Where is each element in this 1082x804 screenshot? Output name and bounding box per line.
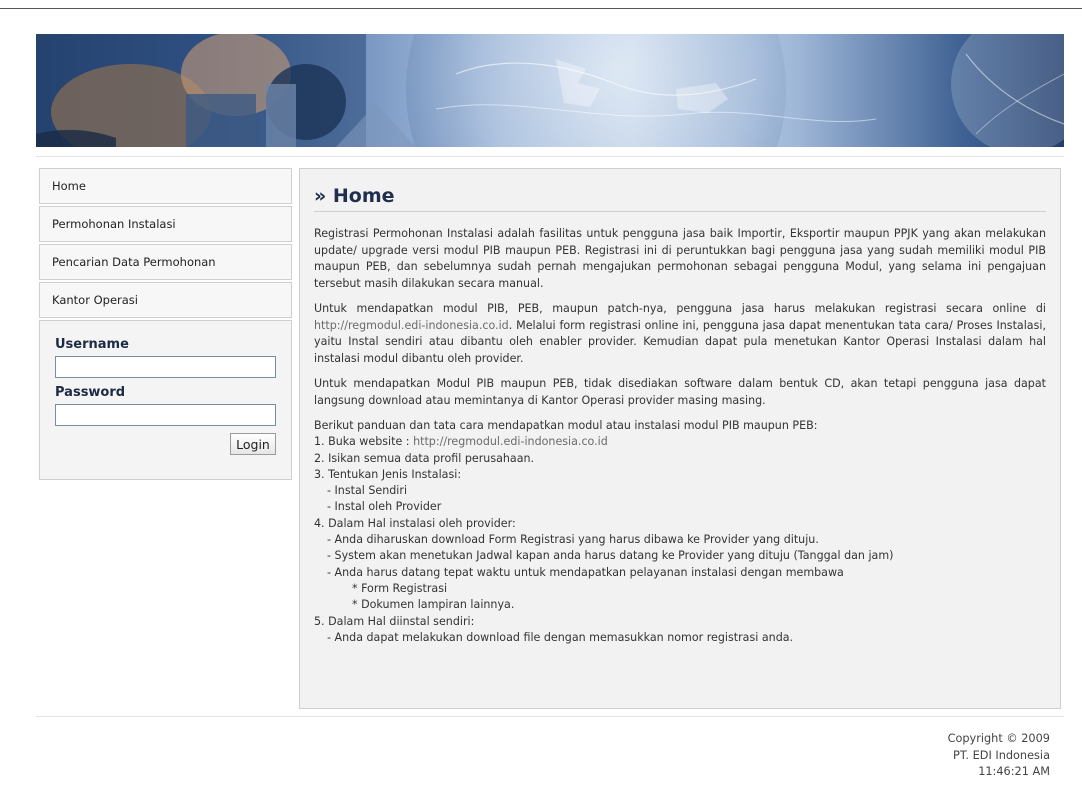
- sidebar: Home Permohonan Instalasi Pencarian Data…: [39, 168, 292, 480]
- list-item: 4. Dalam Hal instalasi oleh provider:: [314, 516, 516, 530]
- sidebar-item-pencarian-data-permohonan[interactable]: Pencarian Data Permohonan: [39, 244, 292, 280]
- footer-divider: [36, 716, 1064, 717]
- list-item: - Anda harus datang tepat waktu untuk me…: [327, 565, 844, 579]
- website-link[interactable]: http://regmodul.edi-indonesia.co.id: [413, 435, 608, 448]
- list-item: - Instal Sendiri: [327, 484, 408, 498]
- list-item: - Anda dapat melakukan download file den…: [327, 630, 794, 644]
- sidebar-item-home[interactable]: Home: [39, 168, 292, 204]
- login-button[interactable]: Login: [230, 433, 276, 455]
- registration-link[interactable]: http://regmodul.edi-indonesia.co.id: [314, 319, 509, 332]
- list-item: 3. Tentukan Jenis Instalasi:: [314, 467, 462, 481]
- list-item: * Dokumen lampiran lainnya.: [352, 598, 515, 612]
- list-item: 2. Isikan semua data profil perusahaan.: [314, 451, 535, 465]
- list-item: - Anda diharuskan download Form Registra…: [327, 533, 819, 547]
- page-title: » Home: [314, 185, 1046, 212]
- list-item: * Form Registrasi: [352, 581, 448, 595]
- footer: Copyright © 2009 PT. EDI Indonesia 11:46…: [948, 731, 1050, 781]
- page-wrapper: Home Permohonan Instalasi Pencarian Data…: [22, 10, 1074, 804]
- list-item-text: 1. Buka website :: [314, 435, 414, 449]
- header-divider: [36, 156, 1064, 157]
- server-time: 11:46:21 AM: [978, 765, 1050, 778]
- login-panel: Username Password Login: [39, 320, 292, 480]
- banner-image: [36, 34, 1064, 147]
- guide-intro: Berikut panduan dan tata cara mendapatka…: [314, 419, 818, 432]
- intro-paragraph: Registrasi Permohonan Instalasi adalah f…: [314, 227, 1046, 290]
- main-content: » Home Registrasi Permohonan Instalasi a…: [299, 168, 1061, 709]
- header-banner: [36, 34, 1064, 147]
- password-input[interactable]: [55, 404, 276, 426]
- guide-list: Berikut panduan dan tata cara mendapatka…: [314, 418, 1046, 646]
- paragraph-text: Untuk mendapatkan modul PIB, PEB, maupun…: [314, 302, 1046, 315]
- online-registration-paragraph: Untuk mendapatkan modul PIB, PEB, maupun…: [314, 301, 1046, 367]
- software-paragraph: Untuk mendapatkan Modul PIB maupun PEB, …: [314, 377, 1046, 407]
- sidebar-item-kantor-operasi[interactable]: Kantor Operasi: [39, 282, 292, 318]
- password-label: Password: [55, 385, 126, 400]
- company-name: PT. EDI Indonesia: [953, 748, 1050, 762]
- copyright-text: Copyright © 2009: [947, 732, 1050, 745]
- list-item: 5. Dalam Hal diinstal sendiri:: [314, 614, 475, 628]
- list-item: - Instal oleh Provider: [327, 500, 442, 514]
- top-rule: [0, 8, 1082, 9]
- list-item: 1. Buka website : http://regmodul.edi-in…: [314, 434, 1046, 450]
- username-label: Username: [55, 337, 129, 352]
- sidebar-item-permohonan-instalasi[interactable]: Permohonan Instalasi: [39, 206, 292, 242]
- list-item: - System akan menetukan Jadwal kapan and…: [327, 549, 894, 563]
- username-input[interactable]: [55, 356, 276, 378]
